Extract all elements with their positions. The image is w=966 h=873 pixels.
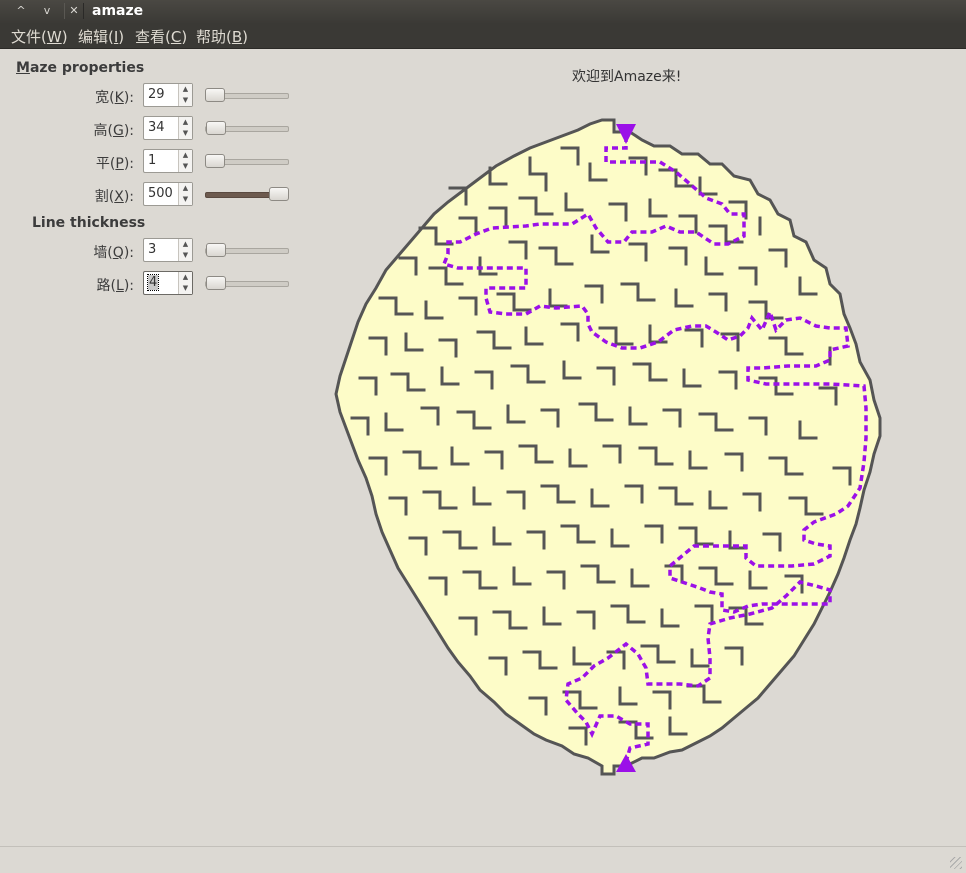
- menu-help[interactable]: 帮助(B): [196, 26, 248, 47]
- height-spinbox[interactable]: 34 ▲ ▼: [143, 116, 193, 140]
- wall-label: 墙(Q):: [93, 245, 134, 261]
- height-slider[interactable]: [205, 121, 289, 135]
- status-bar: [0, 846, 966, 873]
- menu-bar: 文件(W) 编辑(I) 查看(C) 帮助(B): [0, 24, 966, 49]
- spin-arrows-icon[interactable]: ▲ ▼: [178, 272, 192, 294]
- slider-handle[interactable]: [206, 243, 226, 257]
- spin-arrows-icon[interactable]: ▲ ▼: [178, 117, 192, 139]
- width-label: 宽(K):: [95, 90, 134, 106]
- spin-arrows-icon[interactable]: ▲ ▼: [178, 150, 192, 172]
- wall-spinbox[interactable]: 3 ▲ ▼: [143, 238, 193, 262]
- maze-canvas[interactable]: [330, 118, 890, 778]
- road-label: 路(L):: [96, 278, 134, 294]
- slider-handle[interactable]: [205, 88, 225, 102]
- menu-file[interactable]: 文件(W): [11, 26, 68, 47]
- minimize-icon[interactable]: v: [38, 3, 56, 19]
- maze-properties-heading: Maze properties: [16, 60, 145, 76]
- road-slider[interactable]: [205, 276, 289, 290]
- width-spinbox[interactable]: 29 ▲ ▼: [143, 83, 193, 107]
- slider-handle[interactable]: [205, 154, 225, 168]
- height-label: 高(G):: [93, 123, 134, 139]
- flat-slider[interactable]: [205, 154, 289, 168]
- title-bar: ^ v ✕ amaze: [0, 0, 966, 25]
- flat-spinbox[interactable]: 1 ▲ ▼: [143, 149, 193, 173]
- wall-slider[interactable]: [205, 243, 289, 257]
- maximize-icon[interactable]: ^: [12, 3, 30, 19]
- resize-grip-icon[interactable]: [950, 857, 962, 869]
- cut-label: 割(X):: [94, 189, 134, 205]
- welcome-text: 欢迎到Amaze来!: [572, 69, 682, 85]
- slider-handle[interactable]: [206, 276, 226, 290]
- cut-slider[interactable]: [205, 187, 289, 201]
- menu-edit[interactable]: 编辑(I): [78, 26, 124, 47]
- spin-arrows-icon[interactable]: ▲ ▼: [178, 183, 192, 205]
- spin-arrows-icon[interactable]: ▲ ▼: [178, 84, 192, 106]
- flat-label: 平(P):: [95, 156, 134, 172]
- road-spinbox[interactable]: 4 ▲ ▼: [143, 271, 193, 295]
- spin-arrows-icon[interactable]: ▲ ▼: [178, 239, 192, 261]
- slider-handle[interactable]: [206, 121, 226, 135]
- width-slider[interactable]: [205, 88, 289, 102]
- menu-view[interactable]: 查看(C): [135, 26, 187, 47]
- line-thickness-heading: Line thickness: [32, 215, 146, 231]
- cut-spinbox[interactable]: 500 ▲ ▼: [143, 182, 193, 206]
- slider-handle[interactable]: [269, 187, 289, 201]
- close-icon[interactable]: ✕: [64, 3, 84, 19]
- window-title: amaze: [92, 3, 144, 19]
